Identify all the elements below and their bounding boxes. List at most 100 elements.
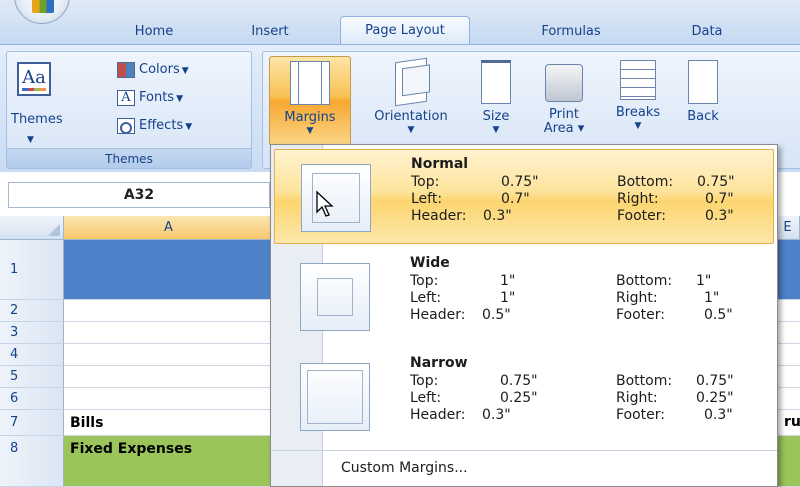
themes-icon[interactable]: Aa — [17, 62, 51, 96]
fonts-button[interactable]: A Fonts ▼ — [117, 88, 183, 108]
preset-name: Normal — [411, 156, 469, 172]
fonts-icon: A — [117, 89, 135, 106]
top-value: 0.75" — [500, 373, 538, 389]
margin-preset-wide[interactable]: Wide Top: 1" Left: 1" Header: 0.5" Botto… — [274, 249, 774, 344]
row-header[interactable]: 3 — [0, 322, 64, 344]
select-all-button[interactable] — [0, 216, 64, 240]
bottom-value: 1" — [696, 273, 712, 289]
preset-name: Wide — [410, 255, 450, 271]
tab-insert[interactable]: Insert — [236, 20, 304, 44]
themes-group-label: Themes — [7, 148, 251, 168]
ribbon-tab-bar: Home Insert Page Layout Formulas Data — [0, 0, 800, 46]
breaks-icon — [620, 60, 656, 100]
row-header[interactable]: 6 — [0, 388, 64, 410]
row-header[interactable]: 4 — [0, 344, 64, 366]
bottom-label: Bottom: — [616, 373, 673, 389]
mouse-cursor-icon — [316, 190, 334, 217]
background-button[interactable]: Back — [675, 56, 731, 146]
themes-dropdown-icon[interactable]: ▼ — [27, 130, 34, 150]
office-logo-icon — [32, 0, 54, 13]
effects-label: Effects — [139, 118, 184, 133]
footer-value: 0.5" — [704, 307, 733, 323]
preset-name: Narrow — [410, 355, 468, 371]
row-7-tail-text: ru — [784, 414, 800, 430]
header-label: Header: — [410, 307, 466, 323]
row-header[interactable]: 5 — [0, 366, 64, 388]
themes-button-label: Themes — [11, 112, 63, 127]
office-button[interactable] — [14, 0, 70, 24]
column-header-e[interactable]: E — [776, 216, 800, 240]
top-value: 0.75" — [501, 174, 539, 190]
chevron-down-icon: ▼ — [492, 125, 500, 135]
themes-group: Aa Themes ▼ Colors ▼ A Fonts ▼ Effects ▼ The… — [6, 51, 252, 169]
wide-margins-icon — [300, 263, 370, 331]
chevron-down-icon: ▼ — [407, 125, 415, 135]
left-value: 1" — [500, 290, 516, 306]
breaks-button[interactable]: Breaks ▼ — [601, 56, 675, 146]
margin-preset-narrow[interactable]: Narrow Top: 0.75" Left: 0.25" Header: 0.… — [274, 349, 774, 444]
footer-value: 0.3" — [705, 208, 734, 224]
fonts-label: Fonts — [139, 90, 175, 105]
footer-label: Footer: — [617, 208, 667, 224]
colors-label: Colors — [139, 62, 180, 77]
right-label: Right: — [617, 191, 659, 207]
colors-icon — [117, 61, 135, 78]
header-label: Header: — [410, 407, 466, 423]
printer-icon — [545, 64, 583, 102]
narrow-margins-icon — [300, 363, 370, 431]
tab-formulas[interactable]: Formulas — [524, 20, 618, 44]
orientation-icon — [395, 57, 427, 107]
background-icon — [688, 60, 718, 104]
row-header[interactable]: 8 — [0, 436, 64, 487]
tab-data[interactable]: Data — [680, 20, 734, 44]
right-value: 0.7" — [705, 191, 734, 207]
bottom-label: Bottom: — [616, 273, 673, 289]
chevron-down-icon: ▼ — [181, 66, 189, 76]
themes-button[interactable]: Themes — [11, 110, 63, 130]
effects-button[interactable]: Effects ▼ — [117, 116, 192, 136]
tab-page-layout[interactable]: Page Layout — [340, 16, 470, 46]
orientation-label: Orientation — [374, 109, 448, 124]
top-label: Top: — [410, 373, 439, 389]
top-label: Top: — [410, 273, 439, 289]
effects-icon — [117, 117, 135, 134]
bottom-value: 0.75" — [697, 174, 735, 190]
size-icon — [481, 60, 511, 104]
print-area-button[interactable]: Print Area ▾ — [531, 56, 597, 146]
right-label: Right: — [616, 390, 658, 406]
bottom-label: Bottom: — [617, 174, 674, 190]
header-value: 0.5" — [482, 307, 511, 323]
print-area-label-line1: Print — [549, 107, 579, 122]
row-header[interactable]: 1 — [0, 240, 64, 300]
top-value: 1" — [500, 273, 516, 289]
right-value: 0.25" — [696, 390, 734, 406]
size-label: Size — [482, 109, 510, 124]
left-value: 0.25" — [500, 390, 538, 406]
tab-home[interactable]: Home — [118, 20, 190, 44]
right-label: Right: — [616, 290, 658, 306]
chevron-down-icon: ▼ — [176, 94, 183, 104]
top-label: Top: — [411, 174, 440, 190]
row-header[interactable]: 7 — [0, 410, 64, 436]
left-value: 0.7" — [501, 191, 530, 207]
orientation-button[interactable]: Orientation ▼ — [359, 56, 463, 146]
print-area-label: Print Area ▾ — [543, 107, 585, 136]
breaks-label: Breaks — [615, 105, 661, 120]
colors-button[interactable]: Colors ▼ — [117, 60, 189, 80]
print-area-label-line2: Area — [543, 121, 574, 136]
margins-dropdown-menu: Normal Top: 0.75" Left: 0.7" Header: 0.3… — [270, 144, 778, 487]
row-header[interactable]: 2 — [0, 300, 64, 322]
left-label: Left: — [410, 390, 442, 406]
header-value: 0.3" — [483, 208, 512, 224]
custom-margins-menu-item[interactable]: Custom Margins... — [271, 450, 777, 486]
margins-icon — [290, 61, 330, 105]
margins-button[interactable]: Margins ▼ — [269, 56, 351, 146]
footer-label: Footer: — [616, 307, 666, 323]
header-value: 0.3" — [482, 407, 511, 423]
name-box[interactable]: A32 — [8, 182, 270, 208]
margins-label: Margins — [284, 110, 336, 125]
margin-preset-normal[interactable]: Normal Top: 0.75" Left: 0.7" Header: 0.3… — [274, 149, 774, 244]
background-label: Back — [687, 109, 719, 124]
column-header-a[interactable]: A — [64, 216, 274, 240]
size-button[interactable]: Size ▼ — [467, 56, 525, 146]
